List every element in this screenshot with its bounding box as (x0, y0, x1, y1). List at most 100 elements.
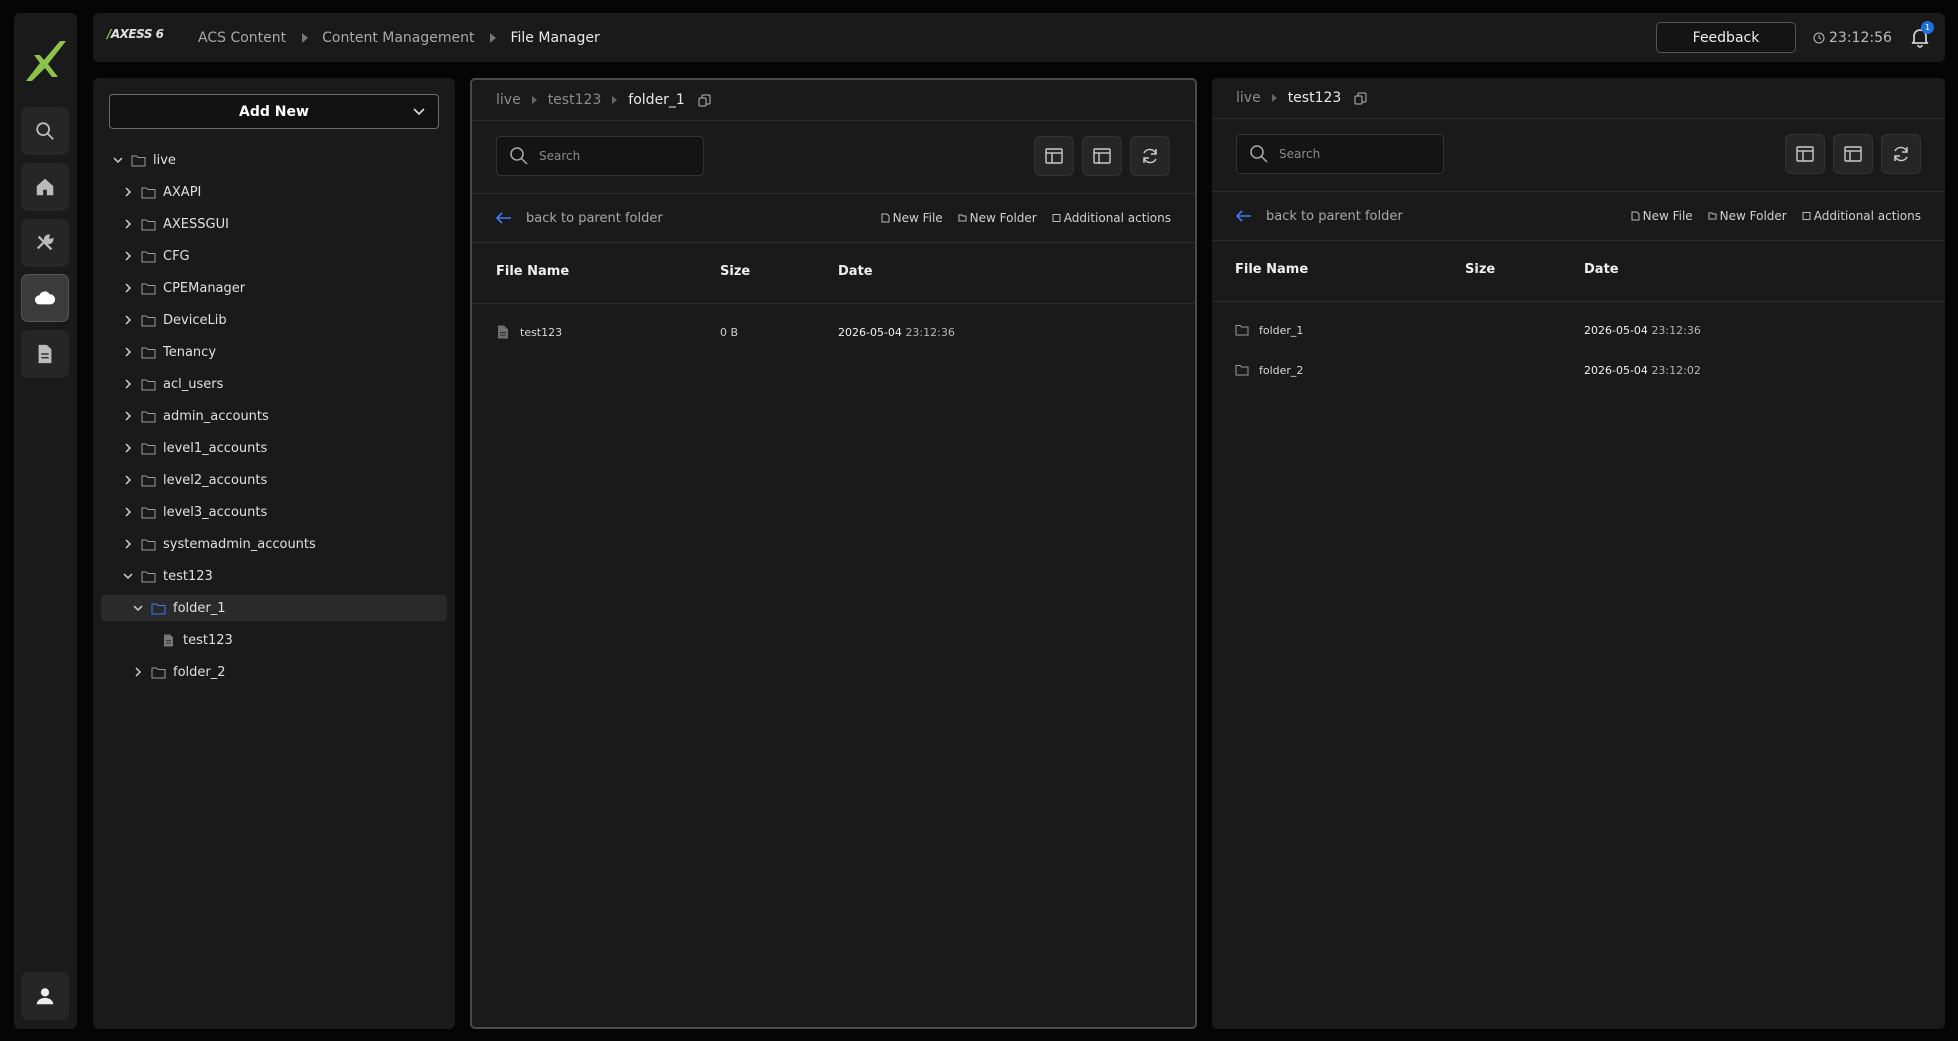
tree-folder-item[interactable]: level3_accounts (121, 499, 267, 525)
column-header-name[interactable]: File Name (496, 264, 569, 279)
chevron-right-icon[interactable] (121, 249, 135, 263)
folder-icon (141, 347, 156, 358)
add-new-button[interactable]: Add New (109, 94, 439, 129)
tree-item-label: level2_accounts (163, 472, 268, 488)
tools-icon[interactable] (21, 219, 69, 267)
tree-folder-item[interactable]: test123 (121, 563, 213, 589)
pane-breadcrumb-item[interactable]: live (1236, 90, 1261, 106)
column-header-date[interactable]: Date (1584, 262, 1619, 277)
chevron-right-icon[interactable] (121, 217, 135, 231)
column-header-date[interactable]: Date (838, 264, 873, 279)
file-date-cell: 2026-05-04 23:12:36 (1584, 324, 1701, 337)
file-pane-right[interactable]: live test123 Search back to parent folde… (1212, 78, 1945, 1029)
top-bar: /AXESS 6 ACS Content Content Management … (93, 13, 1945, 62)
tree-folder-item[interactable]: DeviceLib (121, 307, 227, 333)
tree-file-item[interactable]: test123 (141, 627, 233, 653)
folder-icon (141, 507, 156, 518)
search-input[interactable]: Search (496, 136, 704, 176)
tree-item-label: test123 (163, 568, 213, 584)
chevron-right-icon[interactable] (121, 313, 135, 327)
chevron-right-icon[interactable] (121, 345, 135, 359)
pane-breadcrumb-item[interactable]: test123 (548, 92, 602, 108)
folder-icon (151, 667, 166, 678)
copy-path-icon[interactable] (1354, 92, 1367, 105)
tree-folder-item[interactable]: level1_accounts (121, 435, 267, 461)
notifications-button[interactable]: 1 (1908, 21, 1934, 49)
layout-split-button[interactable] (1833, 134, 1873, 174)
folder-plus-icon (1708, 212, 1717, 220)
chevron-right-icon[interactable] (121, 409, 135, 423)
pane-breadcrumb-item[interactable]: live (496, 92, 521, 108)
additional-actions-button[interactable]: Additional actions (1052, 211, 1171, 225)
column-header-size[interactable]: Size (720, 264, 750, 279)
copy-path-icon[interactable] (698, 94, 711, 107)
tree-item-label: level1_accounts (163, 440, 268, 456)
pane-breadcrumb: live test123 (1236, 78, 1367, 118)
tree-folder-item[interactable]: acl_users (121, 371, 223, 397)
chevron-down-icon[interactable] (121, 569, 135, 583)
cloud-icon[interactable] (21, 274, 69, 322)
file-name-cell[interactable]: folder_1 (1235, 323, 1303, 337)
folder-icon (141, 283, 156, 294)
chevron-right-icon[interactable] (121, 441, 135, 455)
chevron-down-icon[interactable] (111, 153, 125, 167)
chevron-right-icon[interactable] (121, 473, 135, 487)
chevron-right-icon[interactable] (121, 505, 135, 519)
layout-split-button[interactable] (1082, 136, 1122, 176)
chevron-right-icon[interactable] (121, 377, 135, 391)
tree-folder-item[interactable]: admin_accounts (121, 403, 269, 429)
tree-folder-item[interactable]: Tenancy (121, 339, 216, 365)
refresh-button[interactable] (1130, 136, 1170, 176)
refresh-button[interactable] (1881, 134, 1921, 174)
arrow-left-icon (1236, 210, 1251, 222)
column-header-size[interactable]: Size (1465, 262, 1495, 277)
file-name-cell[interactable]: folder_2 (1235, 363, 1303, 377)
layout-single-button[interactable] (1034, 136, 1074, 176)
back-to-parent-button[interactable]: back to parent folder (496, 194, 663, 242)
file-date-cell: 2026-05-04 23:12:36 (838, 326, 955, 339)
new-folder-button[interactable]: New Folder (958, 211, 1037, 225)
chevron-right-icon[interactable] (121, 537, 135, 551)
table-row[interactable]: folder_2 2026-05-04 23:12:02 (1212, 351, 1945, 391)
tree-folder-item[interactable]: systemadmin_accounts (121, 531, 316, 557)
tree-folder-item[interactable]: folder_2 (131, 659, 226, 685)
table-row[interactable]: folder_1 2026-05-04 23:12:36 (1212, 311, 1945, 351)
chevron-down-icon[interactable] (131, 601, 145, 615)
feedback-button[interactable]: Feedback (1656, 22, 1796, 53)
breadcrumb-item-current: File Manager (510, 29, 600, 46)
app-logo-icon[interactable] (20, 33, 70, 93)
tree-folder-item[interactable]: level2_accounts (121, 467, 267, 493)
layout-single-button[interactable] (1785, 134, 1825, 174)
chevron-right-icon[interactable] (121, 281, 135, 295)
brand-logo[interactable]: /AXESS 6 (107, 27, 164, 41)
new-folder-button[interactable]: New Folder (1708, 209, 1787, 223)
chevron-right-icon[interactable] (131, 665, 145, 679)
new-file-button[interactable]: New File (1631, 209, 1693, 223)
chevron-right-icon[interactable] (121, 185, 135, 199)
tree-folder-item[interactable]: live (111, 147, 176, 173)
tree-folder-item[interactable]: AXAPI (121, 179, 201, 205)
table-row[interactable]: test123 0 B 2026-05-04 23:12:36 (472, 313, 1195, 353)
file-name-cell[interactable]: test123 (496, 325, 562, 339)
breadcrumb-item[interactable]: ACS Content (198, 30, 286, 46)
new-file-button[interactable]: New File (881, 211, 943, 225)
tree-item-label: CPEManager (163, 280, 246, 296)
tree-folder-item[interactable]: CFG (121, 243, 190, 269)
tree-item-label: folder_1 (173, 600, 226, 616)
breadcrumb: ACS Content Content Management File Mana… (198, 13, 600, 62)
back-to-parent-button[interactable]: back to parent folder (1236, 192, 1403, 240)
file-icon (498, 325, 508, 339)
column-header-name[interactable]: File Name (1235, 262, 1308, 277)
document-icon[interactable] (21, 330, 69, 378)
file-pane-left[interactable]: live test123 folder_1 Search back to par… (470, 78, 1197, 1029)
search-input[interactable]: Search (1236, 134, 1444, 174)
tree-folder-item[interactable]: folder_1 (101, 595, 447, 621)
tree-folder-item[interactable]: AXESSGUI (121, 211, 229, 237)
home-icon[interactable] (21, 163, 69, 211)
table-header: File Name Size Date (1212, 250, 1945, 290)
user-icon[interactable] (21, 972, 69, 1020)
tree-folder-item[interactable]: CPEManager (121, 275, 245, 301)
search-icon[interactable] (21, 107, 69, 155)
breadcrumb-item[interactable]: Content Management (322, 30, 474, 46)
additional-actions-button[interactable]: Additional actions (1802, 209, 1921, 223)
